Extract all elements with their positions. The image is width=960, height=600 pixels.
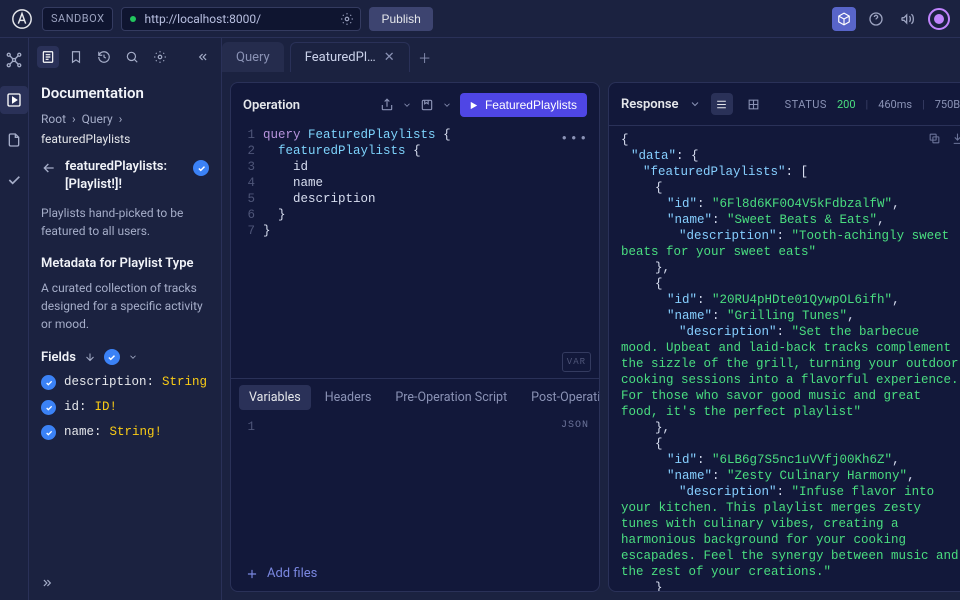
docs-title: Documentation (29, 76, 221, 112)
left-rail (0, 38, 29, 600)
sandbox-cube-icon[interactable] (832, 7, 856, 31)
operation-tabs: Query FeaturedPlay… ✕ ＋ (222, 38, 960, 76)
chevron-down-icon[interactable] (689, 98, 701, 110)
fields-heading: Fields (41, 350, 76, 365)
response-title: Response (621, 97, 679, 112)
url-bar[interactable]: http://localhost:8000/ (121, 7, 361, 31)
operation-panel: Operation FeaturedPlaylists 1234567 quer… (230, 82, 600, 592)
view-table-icon[interactable] (743, 93, 765, 115)
fields-check-icon[interactable] (104, 349, 120, 365)
bookmark-icon[interactable] (69, 50, 83, 64)
operation-title: Operation (243, 98, 372, 113)
close-tab-icon[interactable]: ✕ (384, 50, 395, 65)
status-dot-icon (130, 16, 136, 22)
response-body[interactable]: {"data": {"featuredPlaylists": [{"id": "… (609, 126, 960, 591)
publish-button[interactable]: Publish (369, 7, 432, 31)
download-icon[interactable] (951, 132, 960, 145)
docs-sidebar: Documentation Root› Query› featuredPlayl… (29, 38, 222, 600)
search-icon[interactable] (125, 50, 139, 64)
back-arrow-icon[interactable] (41, 158, 57, 176)
add-files-button[interactable]: Add files (231, 556, 599, 591)
expand-rail-icon[interactable] (41, 576, 55, 590)
response-panel: Response STATUS 200 | 460ms | 750B (608, 82, 960, 592)
check-badge-icon[interactable] (193, 160, 209, 176)
sort-icon[interactable] (84, 351, 96, 363)
type-description: Playlists hand-picked to be featured to … (29, 204, 221, 256)
var-badge: VAR (562, 352, 591, 372)
metadata-description: A curated collection of tracks designed … (29, 279, 221, 349)
rail-checks-icon[interactable] (0, 166, 28, 194)
avatar[interactable] (928, 8, 950, 30)
tab-featured-playlists[interactable]: FeaturedPlay… ✕ (290, 42, 410, 72)
lower-tab-pre-operation-script[interactable]: Pre-Operation Script (385, 385, 517, 410)
field-item[interactable]: name: String! (41, 423, 209, 440)
field-check-icon (41, 375, 56, 390)
url-text: http://localhost:8000/ (144, 12, 261, 26)
lower-tab-variables[interactable]: Variables (239, 385, 311, 410)
rail-schema-icon[interactable] (0, 46, 28, 74)
code-editor[interactable]: 1234567 query FeaturedPlaylists { featur… (231, 127, 599, 378)
breadcrumb[interactable]: Root› Query› featuredPlaylists (29, 112, 221, 158)
megaphone-icon[interactable] (896, 7, 920, 31)
fields-list: description: String id: ID! name: String! (29, 373, 221, 440)
chevron-down-icon[interactable] (128, 352, 138, 362)
play-icon (468, 100, 479, 111)
rail-explorer-icon[interactable] (0, 86, 28, 114)
apollo-logo[interactable] (10, 7, 34, 31)
lower-tabs: VariablesHeadersPre-Operation ScriptPost… (231, 379, 599, 416)
response-meta: STATUS 200 | 460ms | 750B (785, 98, 960, 111)
save-collection-icon[interactable] (420, 98, 434, 112)
docs-tab-icon[interactable] (37, 46, 59, 68)
field-check-icon (41, 400, 56, 415)
history-icon[interactable] (97, 50, 111, 64)
topbar: SANDBOX http://localhost:8000/ Publish (0, 0, 960, 38)
help-icon[interactable] (864, 7, 888, 31)
chevron-down-icon[interactable] (402, 100, 412, 110)
field-check-icon (41, 425, 56, 440)
field-item[interactable]: id: ID! (41, 398, 209, 415)
metadata-heading: Metadata for Playlist Type (29, 256, 221, 279)
lower-tab-headers[interactable]: Headers (315, 385, 382, 410)
type-signature: featuredPlaylists: [Playlist!]! (65, 158, 185, 194)
field-item[interactable]: description: String (41, 373, 209, 390)
more-icon[interactable]: ••• (560, 131, 589, 147)
new-tab-button[interactable]: ＋ (410, 48, 440, 67)
lower-tab-post-operation-script[interactable]: Post-Operation Script (521, 385, 599, 410)
collapse-sidebar-icon[interactable] (195, 50, 209, 64)
gear-icon[interactable] (340, 12, 354, 26)
variables-editor[interactable]: 1 JSON (231, 416, 599, 556)
share-icon[interactable] (380, 98, 394, 112)
view-list-icon[interactable] (711, 93, 733, 115)
chevron-down-icon[interactable] (442, 100, 452, 110)
json-badge: JSON (561, 420, 589, 431)
tab-query[interactable]: Query (222, 42, 284, 72)
run-button[interactable]: FeaturedPlaylists (460, 93, 587, 117)
settings-icon[interactable] (153, 50, 167, 64)
rail-doc-icon[interactable] (0, 126, 28, 154)
copy-icon[interactable] (928, 132, 941, 145)
env-pill[interactable]: SANDBOX (42, 7, 113, 31)
